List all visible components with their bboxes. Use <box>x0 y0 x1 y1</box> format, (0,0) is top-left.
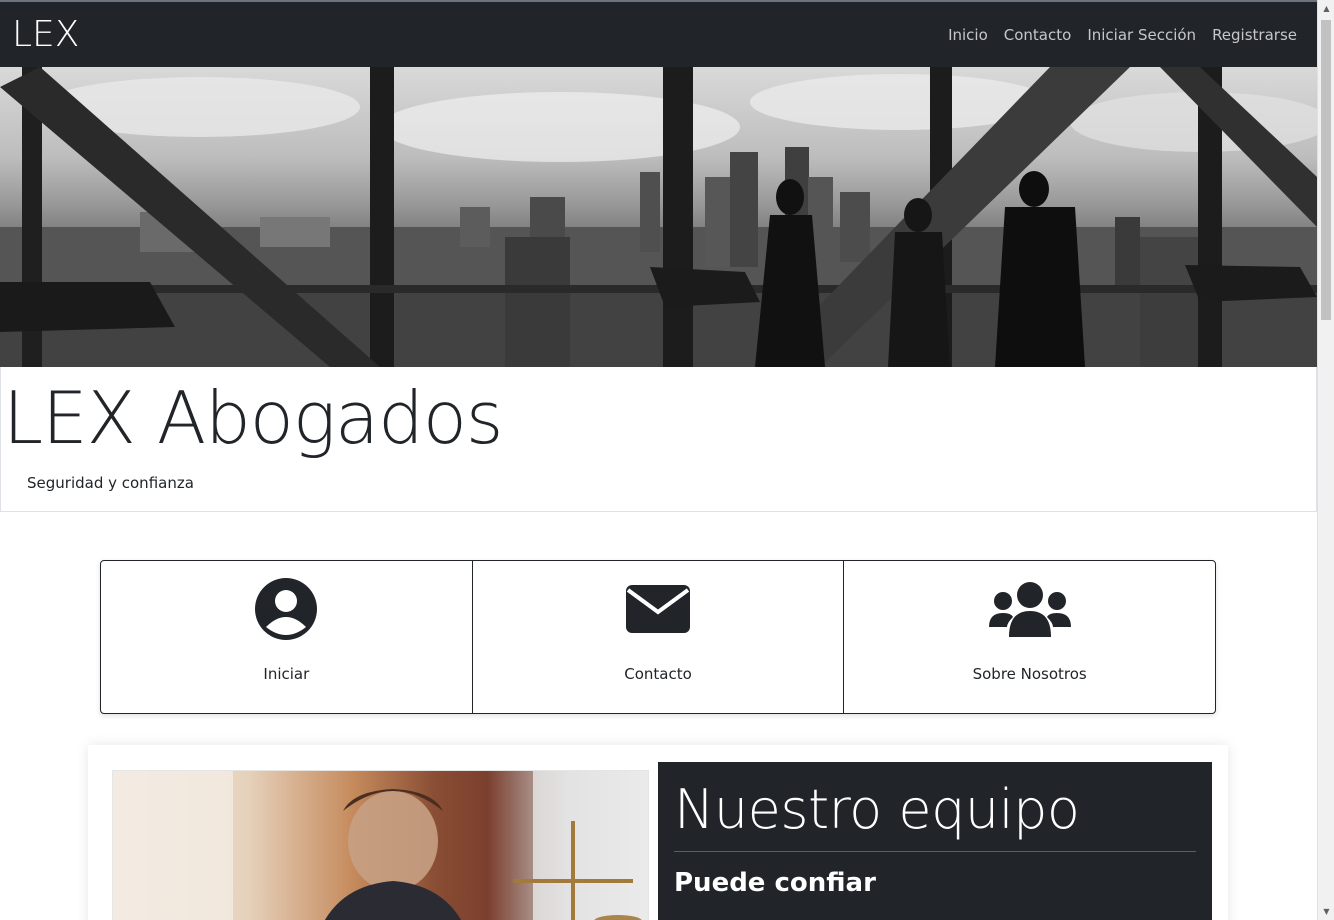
nav-link-iniciar-seccion[interactable]: Iniciar Sección <box>1079 26 1204 44</box>
team-subtitle: Puede confiar <box>674 868 876 899</box>
card-label-iniciar: Iniciar <box>263 665 310 683</box>
card-contacto[interactable]: Contacto <box>471 561 844 713</box>
hero-city-office-illustration <box>0 67 1317 367</box>
site-header: LEX Abogados Seguridad y confianza <box>0 367 1317 512</box>
page-scrollbar[interactable]: ▲ ▼ <box>1317 0 1334 920</box>
team-section: Nuestro equipo Puede confiar <box>88 745 1228 920</box>
top-navbar: LEX Inicio Contacto Iniciar Sección Regi… <box>0 0 1317 67</box>
site-tagline: Seguridad y confianza <box>27 474 194 492</box>
card-iniciar[interactable]: Iniciar <box>101 561 472 713</box>
nav-links: Inicio Contacto Iniciar Sección Registra… <box>940 26 1305 44</box>
nav-link-registrarse[interactable]: Registrarse <box>1204 26 1305 44</box>
card-sobre-nosotros[interactable]: Sobre Nosotros <box>843 561 1215 713</box>
team-photo <box>112 770 649 920</box>
envelope-icon <box>625 577 691 641</box>
card-label-contacto: Contacto <box>624 665 692 683</box>
site-title: LEX Abogados <box>3 376 503 460</box>
lawyer-photo-illustration <box>113 771 648 920</box>
users-icon <box>988 577 1071 641</box>
card-label-sobre-nosotros: Sobre Nosotros <box>972 665 1087 683</box>
scrollbar-thumb[interactable] <box>1321 20 1331 320</box>
team-title: Nuestro equipo <box>674 778 1080 841</box>
feature-cards: Iniciar Contacto Sobre Nosotros <box>100 560 1216 714</box>
user-circle-icon <box>254 577 318 641</box>
nav-link-contacto[interactable]: Contacto <box>996 26 1080 44</box>
hero-image <box>0 67 1317 367</box>
nav-link-inicio[interactable]: Inicio <box>940 26 996 44</box>
brand-logo[interactable]: LEX <box>12 16 79 53</box>
page: LEX Inicio Contacto Iniciar Sección Regi… <box>0 0 1334 920</box>
scroll-up-arrow-icon[interactable]: ▲ <box>1318 0 1334 17</box>
team-info-box: Nuestro equipo Puede confiar <box>658 762 1212 920</box>
team-divider <box>674 851 1196 853</box>
scroll-down-arrow-icon[interactable]: ▼ <box>1318 903 1334 920</box>
